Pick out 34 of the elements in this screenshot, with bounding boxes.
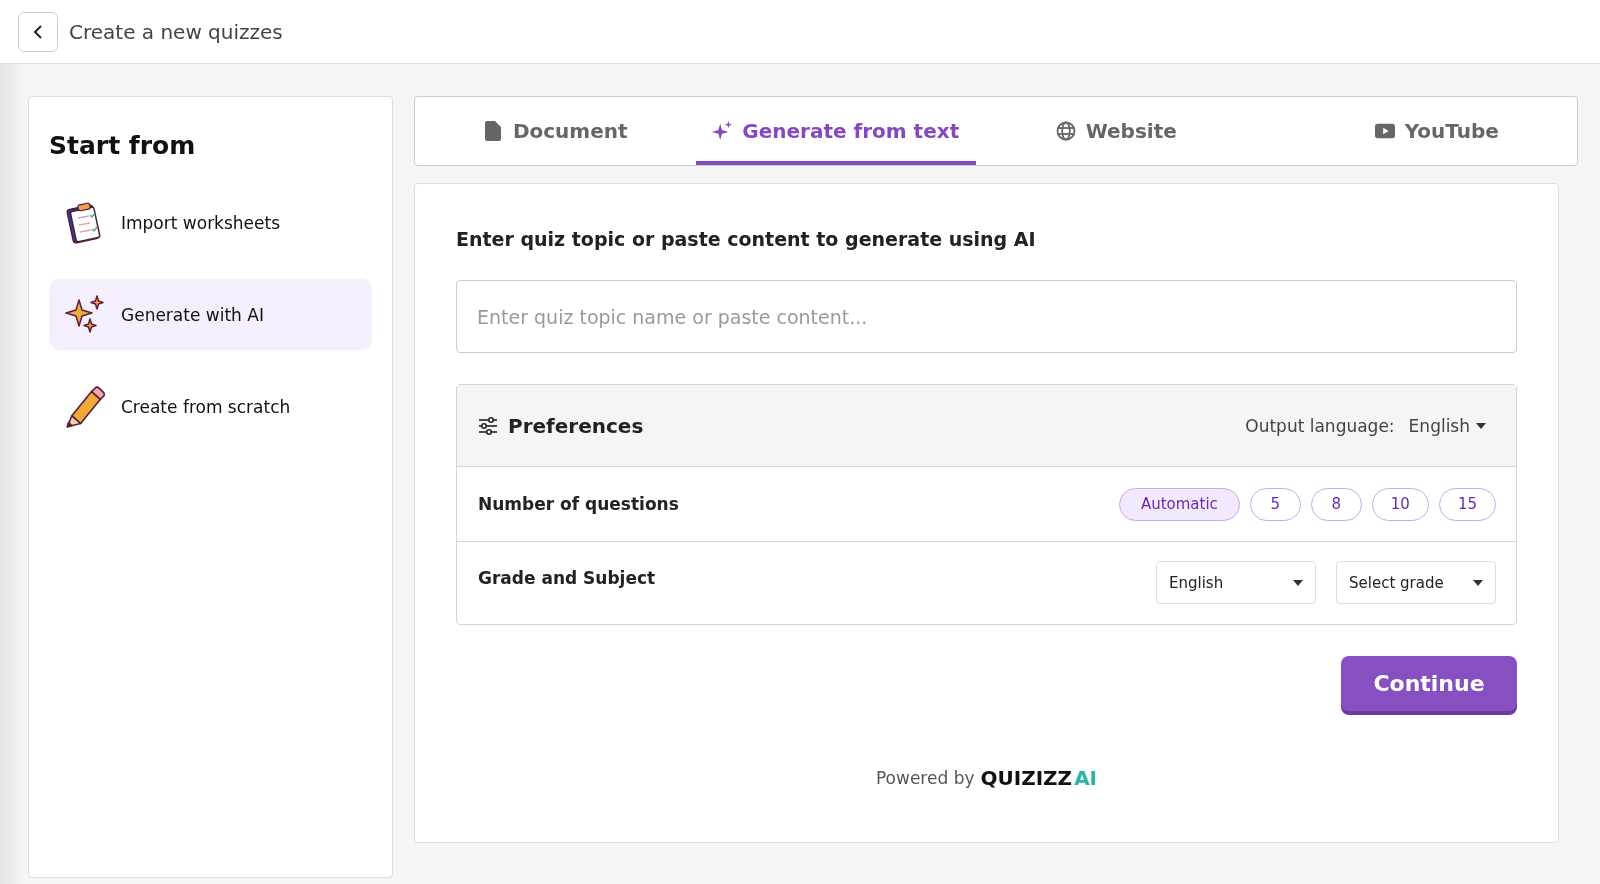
- question-count-option[interactable]: 15: [1438, 487, 1496, 521]
- sidebar-item[interactable]: Create from scratch: [49, 371, 372, 442]
- preferences-title: Preferences: [508, 413, 644, 438]
- grade-dropdown[interactable]: Select grade: [1336, 561, 1496, 604]
- back-button[interactable]: [18, 11, 58, 52]
- caret-icon: [1473, 579, 1483, 586]
- document-icon: [482, 120, 503, 141]
- caret-icon: [1293, 579, 1303, 586]
- back-chevron-icon: [33, 23, 43, 40]
- question-count-option[interactable]: 8: [1310, 487, 1362, 521]
- topic-input-field[interactable]: Enter quiz topic name or paste content...: [456, 280, 1517, 353]
- sidebar-item[interactable]: Generate with AI: [49, 279, 372, 350]
- sparkle-icon: [712, 120, 733, 141]
- questions-label: Number of questions: [478, 494, 679, 514]
- globe-icon: [1055, 120, 1076, 141]
- tab[interactable]: YouTube: [1296, 97, 1577, 165]
- output-language-dropdown[interactable]: English: [1404, 415, 1486, 436]
- tab[interactable]: Website: [976, 97, 1257, 165]
- prompt-text: Enter quiz topic or paste content to generate using AI: [456, 228, 1037, 250]
- tab[interactable]: Document: [415, 97, 696, 165]
- question-count-option[interactable]: Automatic: [1118, 487, 1240, 521]
- tab[interactable]: Generate from text: [695, 97, 976, 165]
- output-language-label: Output language:: [1245, 415, 1395, 436]
- caret-icon: [1476, 422, 1486, 429]
- brand-logo: QUIZIZZAI: [980, 766, 1098, 790]
- subject-dropdown[interactable]: English: [1156, 561, 1316, 604]
- page-title: Create a new quizzes: [69, 19, 283, 44]
- sidebar-item[interactable]: Import worksheets: [49, 187, 372, 258]
- sliders-icon: [478, 415, 498, 436]
- sidebar-title: Start from: [49, 131, 197, 160]
- question-count-option[interactable]: 5: [1249, 487, 1301, 521]
- grade-subject-label: Grade and Subject: [478, 568, 656, 588]
- question-count-option[interactable]: 10: [1371, 487, 1429, 521]
- powered-by-text: Powered by: [875, 768, 975, 788]
